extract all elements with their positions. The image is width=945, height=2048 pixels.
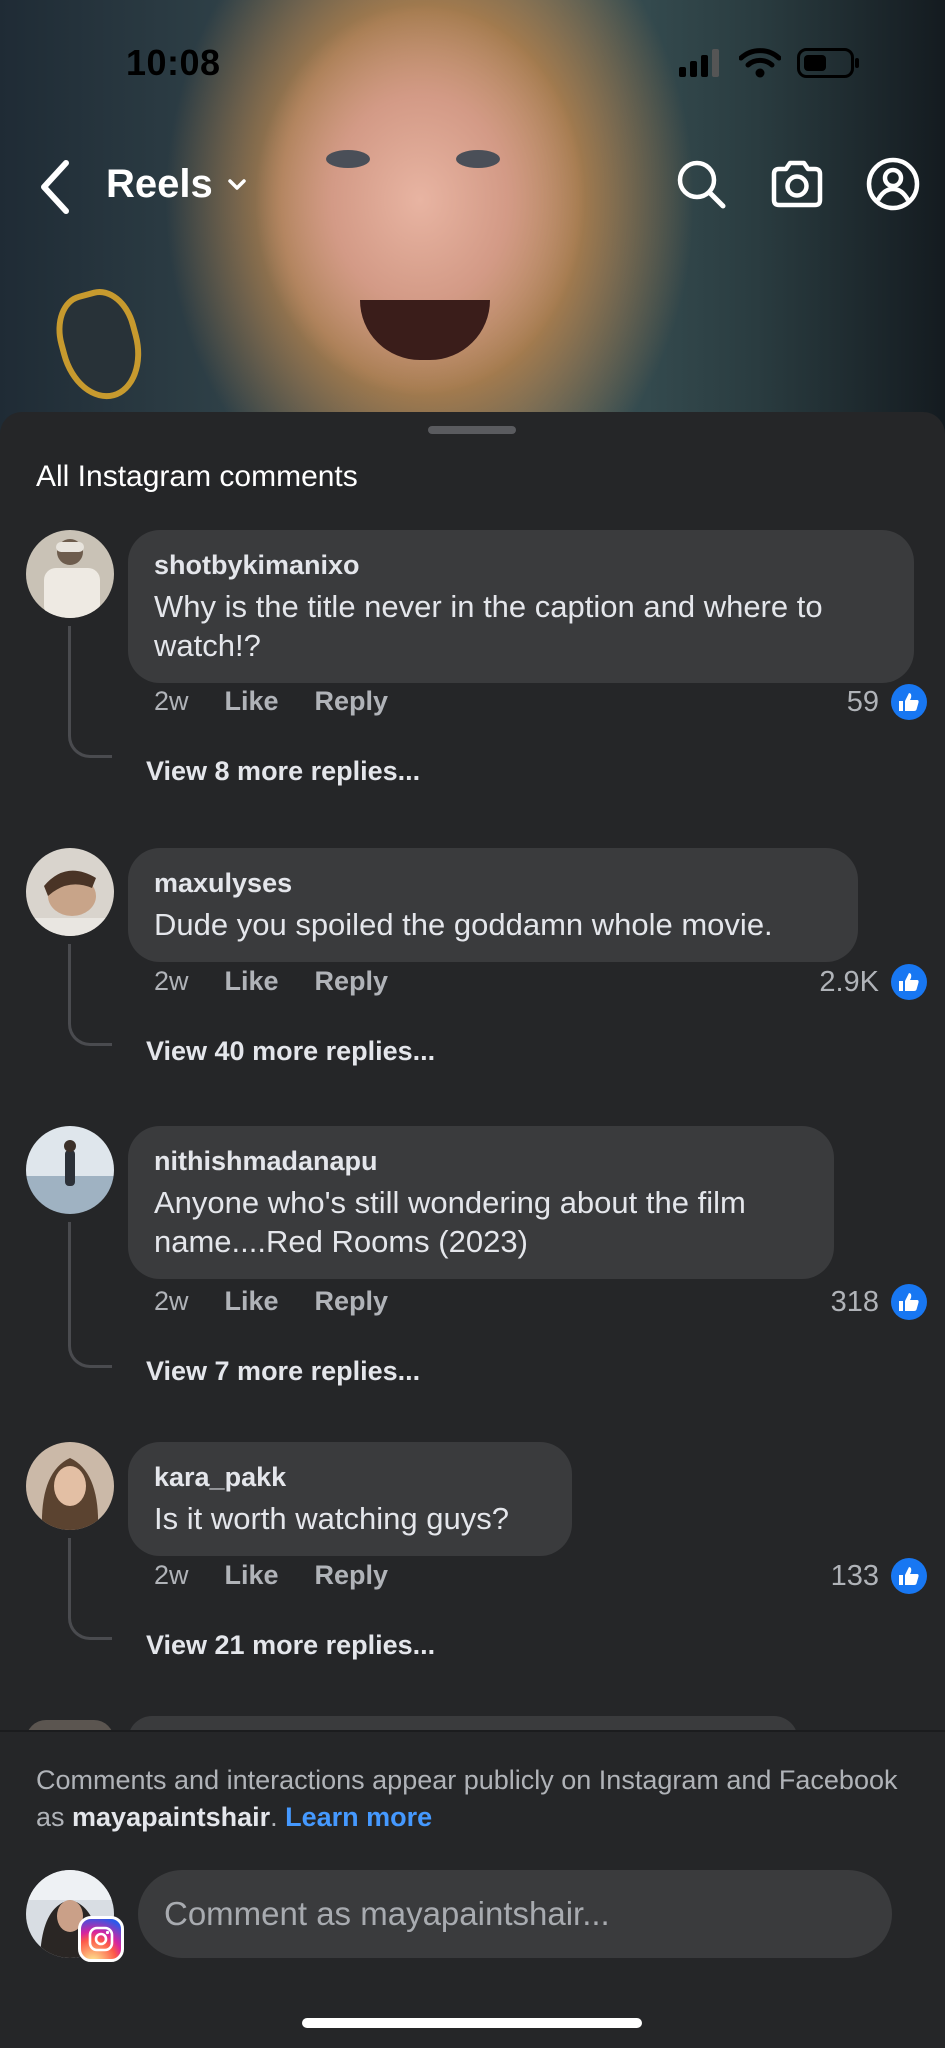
wifi-icon	[739, 48, 781, 78]
like-button[interactable]: Like	[225, 1560, 279, 1591]
comment-meta: 2w Like Reply	[154, 1286, 388, 1317]
comment-meta: 2w Like Reply	[154, 1560, 388, 1591]
thread-line	[68, 944, 112, 1046]
comment-username[interactable]: shotbykimanixo	[154, 550, 888, 581]
top-actions	[673, 156, 921, 212]
reply-button[interactable]: Reply	[315, 686, 389, 717]
profile-icon	[866, 157, 920, 211]
chevron-left-icon	[41, 160, 69, 214]
like-count[interactable]: 318	[831, 1284, 927, 1320]
camera-icon	[771, 160, 823, 208]
view-more-replies[interactable]: View 21 more replies...	[146, 1630, 435, 1661]
notice-username: mayapaintshair	[72, 1802, 271, 1832]
comment-composer: Comments and interactions appear publicl…	[0, 1730, 945, 2048]
like-button[interactable]: Like	[225, 686, 279, 717]
reply-button[interactable]: Reply	[315, 1286, 389, 1317]
sheet-title: All Instagram comments	[36, 460, 358, 493]
comment-age: 2w	[154, 686, 189, 716]
like-count[interactable]: 133	[831, 1558, 927, 1594]
sheet-grabber[interactable]	[428, 426, 516, 434]
comment-bubble[interactable]: shotbykimanixo Why is the title never in…	[128, 530, 914, 683]
comment-age: 2w	[154, 1286, 189, 1316]
comment-text: Why is the title never in the caption an…	[154, 589, 823, 663]
thumbs-up-icon	[891, 1558, 927, 1594]
avatar[interactable]	[26, 848, 114, 936]
mouth-graphic	[360, 300, 490, 360]
comment-age: 2w	[154, 966, 189, 996]
chevron-down-icon	[228, 178, 246, 190]
avatar[interactable]	[26, 1126, 114, 1214]
like-button[interactable]: Like	[225, 966, 279, 997]
avatar-image	[26, 530, 114, 618]
reels-top-bar: Reels	[0, 150, 945, 226]
profile-button[interactable]	[865, 156, 921, 212]
reels-title: Reels	[106, 162, 213, 206]
thumbs-up-icon	[891, 684, 927, 720]
comment-bubble[interactable]: maxulyses Dude you spoiled the goddamn w…	[128, 848, 858, 962]
like-button[interactable]: Like	[225, 1286, 279, 1317]
like-count-value: 59	[846, 685, 879, 718]
thread-line	[68, 1538, 112, 1640]
comment-text: Anyone who's still wondering about the f…	[154, 1185, 746, 1259]
home-indicator[interactable]	[302, 2018, 642, 2028]
comment-meta: 2w Like Reply	[154, 686, 388, 717]
search-icon	[677, 160, 726, 209]
avatar[interactable]	[26, 530, 114, 618]
thread-line	[68, 1222, 112, 1368]
status-bar: 10:08	[0, 0, 945, 120]
avatar[interactable]	[26, 1442, 114, 1530]
reels-dropdown[interactable]: Reels	[106, 162, 247, 207]
public-notice: Comments and interactions appear publicl…	[36, 1762, 916, 1836]
back-button[interactable]	[30, 154, 80, 220]
like-count-value: 133	[830, 1559, 879, 1592]
battery-icon	[797, 48, 859, 78]
comment-bubble[interactable]: kara_pakk Is it worth watching guys?	[128, 1442, 572, 1556]
comment-text: Is it worth watching guys?	[154, 1501, 509, 1536]
police-badge-graphic	[47, 281, 153, 409]
view-more-replies[interactable]: View 7 more replies...	[146, 1356, 420, 1387]
like-count-value: 318	[830, 1285, 879, 1318]
status-time: 10:08	[126, 42, 221, 83]
like-count[interactable]: 59	[847, 684, 927, 720]
camera-button[interactable]	[769, 156, 825, 212]
comment-username[interactable]: nithishmadanapu	[154, 1146, 808, 1177]
comment-username[interactable]: kara_pakk	[154, 1462, 546, 1493]
thumbs-up-icon	[891, 964, 927, 1000]
like-count-value: 2.9K	[819, 965, 879, 998]
learn-more-link[interactable]: Learn more	[285, 1802, 432, 1832]
thumbs-up-icon	[891, 1284, 927, 1320]
avatar-image	[26, 1126, 114, 1214]
comment-age: 2w	[154, 1560, 189, 1590]
thread-line	[68, 626, 112, 758]
notice-period: .	[270, 1802, 286, 1832]
avatar-image	[26, 1442, 114, 1530]
reply-button[interactable]: Reply	[315, 1560, 389, 1591]
view-more-replies[interactable]: View 40 more replies...	[146, 1036, 435, 1067]
comment-text: Dude you spoiled the goddamn whole movie…	[154, 907, 773, 942]
view-more-replies[interactable]: View 8 more replies...	[146, 756, 420, 787]
instagram-icon	[78, 1916, 124, 1962]
comment-username[interactable]: maxulyses	[154, 868, 832, 899]
search-button[interactable]	[673, 156, 729, 212]
status-icons	[679, 48, 861, 78]
comment-input[interactable]: Comment as mayapaintshair...	[138, 1870, 892, 1958]
like-count[interactable]: 2.9K	[819, 964, 927, 1000]
reply-button[interactable]: Reply	[315, 966, 389, 997]
comment-meta: 2w Like Reply	[154, 966, 388, 997]
avatar-image	[26, 848, 114, 936]
comment-bubble[interactable]: nithishmadanapu Anyone who's still wonde…	[128, 1126, 834, 1279]
signal-icon	[679, 49, 719, 77]
